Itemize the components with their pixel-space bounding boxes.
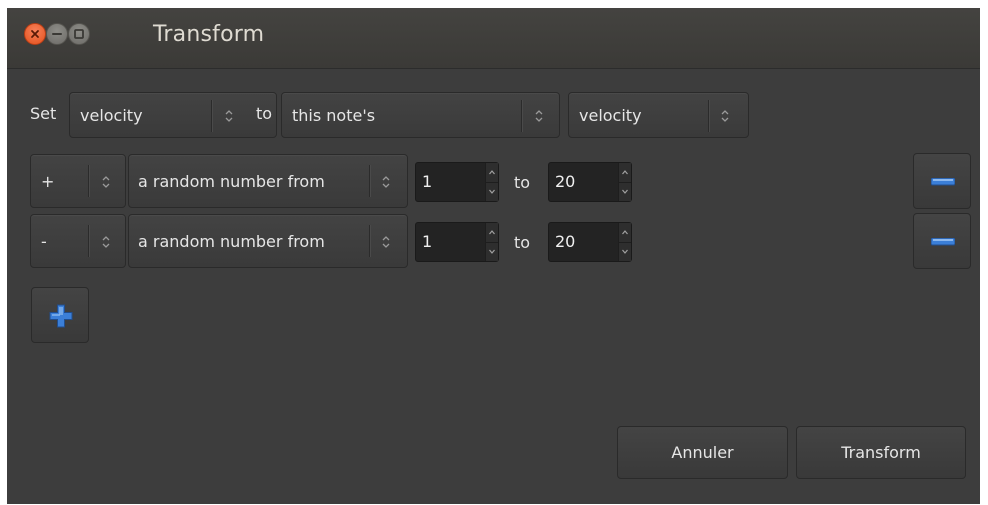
spin-down-icon[interactable]	[619, 182, 631, 201]
combo-separator	[88, 165, 89, 197]
combo-separator	[211, 100, 212, 132]
to-value: 20	[555, 172, 576, 191]
spin-up-icon[interactable]	[619, 163, 631, 183]
source-property-combo[interactable]: velocity	[568, 92, 749, 138]
to-value: 20	[555, 232, 576, 251]
spin-up-icon[interactable]	[486, 163, 498, 183]
plus-icon	[49, 304, 73, 328]
spin-buttons	[618, 223, 631, 261]
spin-down-icon[interactable]	[486, 182, 498, 201]
value-type-value: a random number from	[138, 172, 325, 191]
add-row-button[interactable]	[31, 287, 89, 343]
remove-row-button[interactable]	[913, 213, 971, 269]
close-button[interactable]	[24, 23, 46, 45]
spin-buttons	[485, 223, 498, 261]
operator-combo[interactable]: -	[30, 214, 126, 268]
value-type-combo[interactable]: a random number from	[128, 214, 408, 268]
updown-chevron-icon	[225, 110, 233, 122]
set-label: Set	[30, 104, 57, 123]
value-type-value: a random number from	[138, 232, 325, 251]
title-bar: Transform	[7, 8, 980, 69]
updown-chevron-icon	[535, 110, 543, 122]
minimize-button[interactable]	[46, 23, 68, 45]
range-to-label: to	[514, 173, 531, 192]
combo-separator	[369, 165, 370, 197]
from-value: 1	[422, 232, 433, 251]
from-spinbox[interactable]: 1	[415, 162, 499, 202]
cancel-button[interactable]: Annuler	[617, 426, 788, 479]
source-combo[interactable]: this note's	[281, 92, 560, 138]
combo-separator	[88, 225, 89, 257]
property-value: velocity	[80, 106, 143, 125]
transform-button[interactable]: Transform	[796, 426, 966, 479]
spin-up-icon[interactable]	[486, 223, 498, 243]
operator-value: -	[41, 232, 47, 251]
value-type-combo[interactable]: a random number from	[128, 154, 408, 208]
from-spinbox[interactable]: 1	[415, 222, 499, 262]
updown-chevron-icon	[382, 236, 390, 248]
from-value: 1	[422, 172, 433, 191]
updown-chevron-icon	[102, 176, 110, 188]
spin-up-icon[interactable]	[619, 223, 631, 243]
remove-row-button[interactable]	[913, 153, 971, 209]
spin-down-icon[interactable]	[486, 242, 498, 261]
updown-chevron-icon	[721, 110, 729, 122]
updown-chevron-icon	[382, 176, 390, 188]
combo-separator	[521, 100, 522, 132]
to-spinbox[interactable]: 20	[548, 162, 632, 202]
spin-buttons	[485, 163, 498, 201]
source-value: this note's	[292, 106, 376, 125]
operator-combo[interactable]: +	[30, 154, 126, 208]
maximize-icon	[74, 29, 84, 39]
updown-chevron-icon	[102, 236, 110, 248]
close-icon	[31, 30, 39, 38]
property-combo[interactable]: velocity	[69, 92, 277, 138]
minus-icon	[931, 178, 955, 186]
minus-icon	[931, 238, 955, 246]
maximize-button[interactable]	[68, 23, 90, 45]
source-property-value: velocity	[579, 106, 642, 125]
combo-separator	[708, 100, 709, 132]
to-spinbox[interactable]: 20	[548, 222, 632, 262]
transform-dialog: Transform Set velocity to this note's ve…	[7, 8, 980, 504]
operator-value: +	[41, 172, 55, 191]
spin-buttons	[618, 163, 631, 201]
to-label: to	[256, 104, 273, 123]
spin-down-icon[interactable]	[619, 242, 631, 261]
combo-separator	[369, 225, 370, 257]
window-title: Transform	[153, 22, 265, 47]
range-to-label: to	[514, 233, 531, 252]
minimize-icon	[52, 33, 62, 35]
